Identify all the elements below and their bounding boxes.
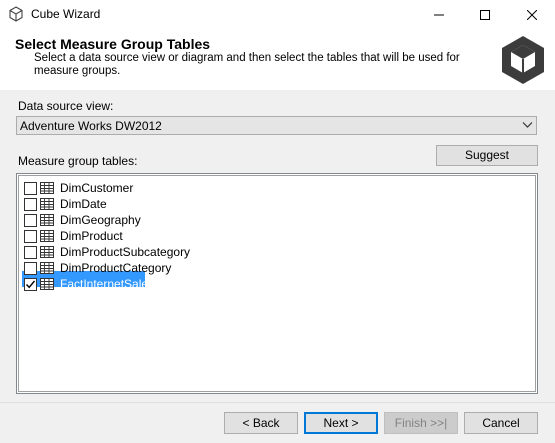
checkbox[interactable] — [24, 181, 37, 195]
table-icon — [40, 182, 54, 194]
list-item-label: DimGeography — [60, 213, 141, 227]
data-source-label: Data source view: — [18, 99, 114, 113]
next-button[interactable]: Next > — [304, 412, 378, 434]
list-item[interactable]: DimProduct — [22, 228, 125, 244]
suggest-button[interactable]: Suggest — [436, 145, 538, 166]
window-title: Cube Wizard — [31, 7, 101, 21]
table-icon — [40, 262, 54, 274]
list-item[interactable]: DimProductCategory — [22, 260, 173, 276]
list-item-label: DimProductCategory — [60, 261, 172, 275]
list-item-label: DimProduct — [60, 229, 123, 243]
list-item[interactable]: DimProductSubcategory — [22, 244, 192, 260]
data-source-dropdown[interactable]: Adventure Works DW2012 — [16, 116, 537, 135]
minimize-button[interactable] — [416, 0, 462, 30]
checkmark-icon — [25, 280, 36, 288]
finish-button: Finish >>| — [384, 412, 458, 434]
chevron-down-icon — [522, 122, 533, 128]
maximize-icon — [480, 10, 490, 20]
title-bar[interactable]: Cube Wizard — [0, 0, 555, 30]
list-inner: DimCustomer DimDate DimGeography DimProd… — [18, 175, 536, 392]
minimize-icon — [434, 14, 444, 16]
back-button[interactable]: < Back — [224, 412, 298, 434]
checkbox[interactable] — [24, 229, 37, 243]
table-icon — [40, 214, 54, 226]
table-icon — [40, 230, 54, 242]
checkbox-checked[interactable] — [24, 277, 37, 291]
checkbox[interactable] — [24, 245, 37, 259]
page-title: Select Measure Group Tables — [15, 36, 211, 52]
list-item[interactable]: DimCustomer — [22, 180, 135, 196]
wizard-header: Select Measure Group Tables Select a dat… — [0, 30, 555, 90]
cancel-button[interactable]: Cancel — [464, 412, 538, 434]
list-item[interactable]: FactInternetSales — [22, 276, 156, 292]
table-icon — [40, 198, 54, 210]
list-item-label: FactInternetSales — [60, 277, 155, 291]
checkbox[interactable] — [24, 261, 37, 275]
list-item-label: DimCustomer — [60, 181, 134, 195]
data-source-value: Adventure Works DW2012 — [20, 119, 162, 133]
close-icon — [527, 10, 537, 20]
measure-tables-list[interactable]: DimCustomer DimDate DimGeography DimProd… — [16, 173, 538, 394]
page-description: Select a data source view or diagram and… — [34, 52, 460, 77]
maximize-button[interactable] — [462, 0, 508, 30]
list-item-label: DimDate — [60, 197, 107, 211]
cube-wizard-logo-icon — [502, 36, 544, 84]
checkbox[interactable] — [24, 213, 37, 227]
wizard-footer: < Back Next > Finish >>| Cancel — [0, 402, 555, 443]
list-item-label: DimProductSubcategory — [60, 245, 191, 259]
measure-tables-label: Measure group tables: — [18, 154, 138, 168]
wizard-body: Data source view: Adventure Works DW2012… — [0, 90, 555, 402]
close-button[interactable] — [509, 0, 555, 30]
table-icon — [40, 278, 54, 290]
table-icon — [40, 246, 54, 258]
cube-wizard-window: Cube Wizard Select Measure Group Tables … — [0, 0, 555, 443]
checkbox[interactable] — [24, 197, 37, 211]
list-item[interactable]: DimDate — [22, 196, 109, 212]
cube-app-icon — [9, 6, 23, 22]
list-item[interactable]: DimGeography — [22, 212, 143, 228]
